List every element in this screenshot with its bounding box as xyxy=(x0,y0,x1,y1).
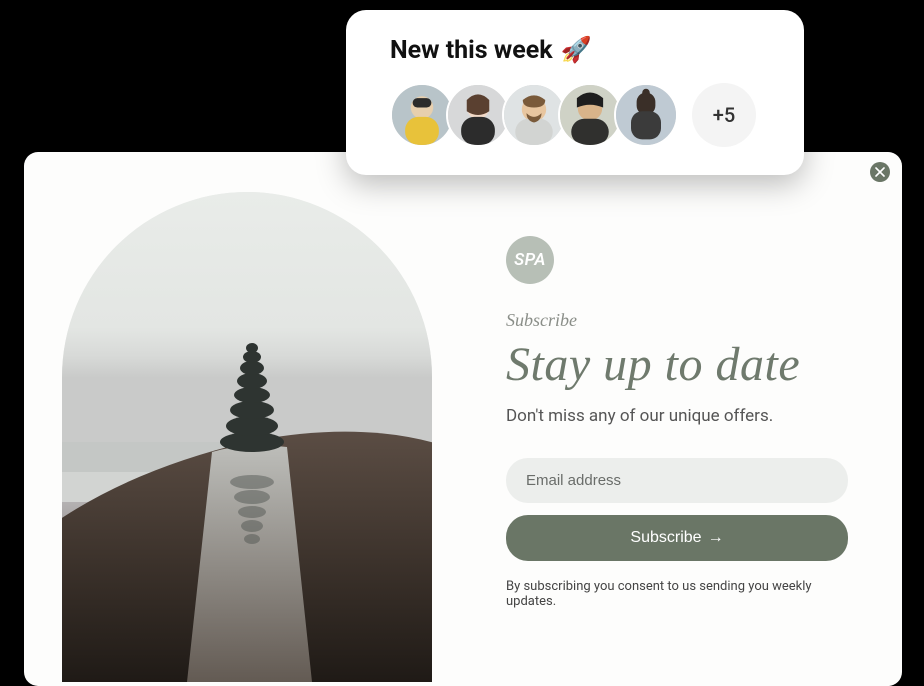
brand-badge: SPA xyxy=(506,236,554,284)
avatar[interactable] xyxy=(390,83,454,147)
headline: Stay up to date xyxy=(506,337,848,392)
subscribe-modal: SPA Subscribe Stay up to date Don't miss… xyxy=(24,152,902,686)
avatar[interactable] xyxy=(558,83,622,147)
subscribe-button-label: Subscribe xyxy=(630,529,701,547)
avatar[interactable] xyxy=(502,83,566,147)
avatar-row: +5 xyxy=(390,83,776,147)
rocket-icon: 🚀 xyxy=(561,36,592,65)
hero-image xyxy=(62,192,432,682)
subhead: Don't miss any of our unique offers. xyxy=(506,406,848,426)
subscribe-button[interactable]: Subscribe → xyxy=(506,515,848,561)
avatar[interactable] xyxy=(614,83,678,147)
modal-content: SPA Subscribe Stay up to date Don't miss… xyxy=(432,152,902,686)
arrow-right-icon: → xyxy=(708,529,724,547)
close-icon xyxy=(875,167,885,177)
more-avatars-chip[interactable]: +5 xyxy=(692,83,756,147)
brand-text: SPA xyxy=(514,250,546,270)
new-this-week-card: New this week 🚀 +5 xyxy=(346,10,804,175)
avatar[interactable] xyxy=(446,83,510,147)
email-input[interactable] xyxy=(506,458,848,503)
week-title-text: New this week xyxy=(390,36,553,65)
week-title: New this week 🚀 xyxy=(390,36,776,65)
more-avatars-label: +5 xyxy=(713,103,735,127)
section-label: Subscribe xyxy=(506,310,848,331)
consent-text: By subscribing you consent to us sending… xyxy=(506,579,848,609)
close-button[interactable] xyxy=(870,162,890,182)
